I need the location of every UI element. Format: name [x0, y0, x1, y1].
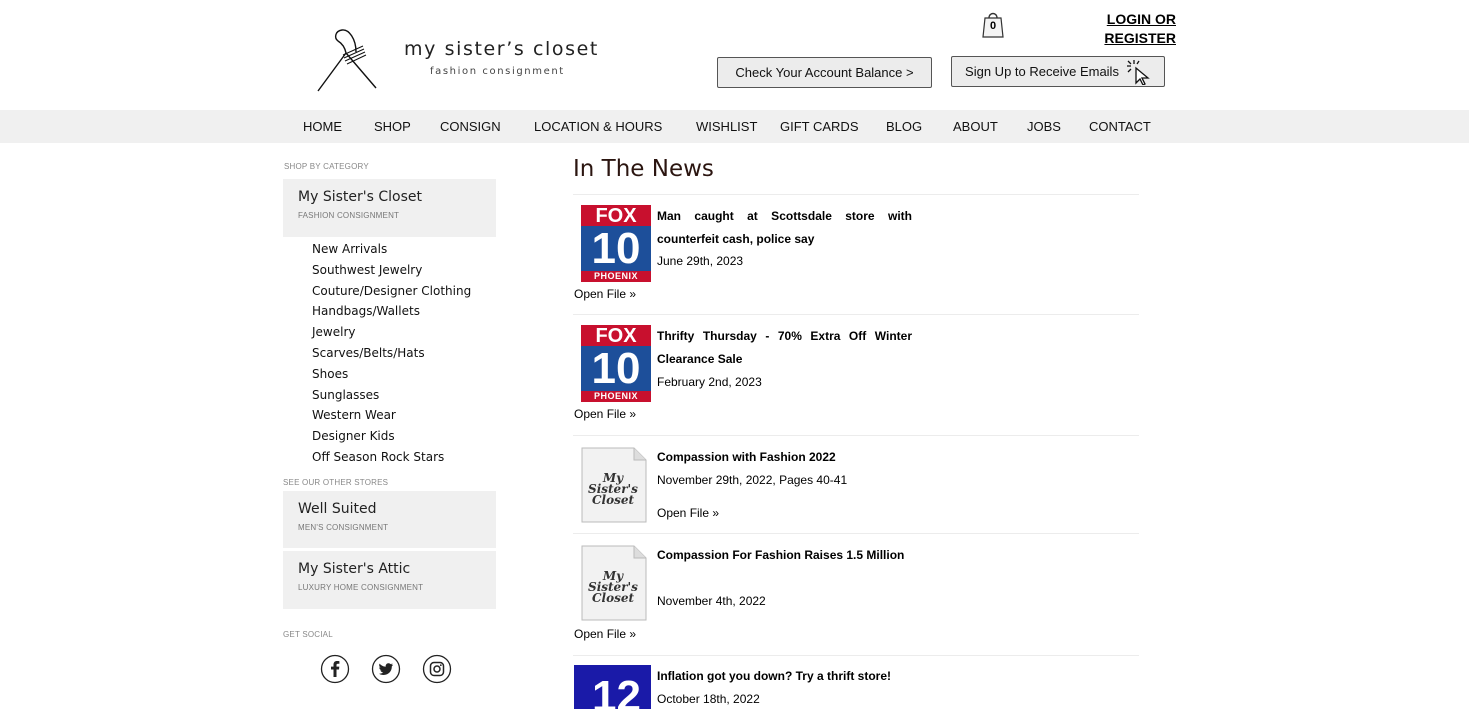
fox-text: FOX [581, 205, 651, 227]
fox-city: PHOENIX [581, 391, 651, 402]
store-my-sisters-attic[interactable]: My Sister's Attic LUXURY HOME CONSIGNMEN… [283, 551, 496, 609]
login-register-link[interactable]: LOGIN OR REGISTER [1090, 10, 1176, 48]
category-scarves-belts-hats[interactable]: Scarves/Belts/Hats [312, 344, 471, 365]
store-name: My Sister's Attic [298, 561, 411, 577]
article-date: June 29th, 2023 [657, 254, 744, 268]
article-title[interactable]: Inflation got you down? Try a thrift sto… [657, 665, 912, 688]
msc-logo-line: Closet [591, 493, 635, 507]
store-subtitle: FASHION CONSIGNMENT [298, 211, 400, 220]
page-title: In The News [573, 156, 714, 182]
msc-document-icon[interactable]: My Sister's Closet [576, 446, 648, 524]
store-my-sisters-closet[interactable]: My Sister's Closet FASHION CONSIGNMENT [283, 179, 496, 237]
logo-name[interactable]: my sister’s closet [404, 38, 599, 60]
nav-about[interactable]: ABOUT [953, 110, 998, 143]
msc-logo-line: Closet [591, 591, 635, 605]
open-file-link[interactable]: Open File » [574, 627, 636, 641]
nav-shop[interactable]: SHOP [374, 110, 411, 143]
shop-by-category-label: SHOP BY CATEGORY [284, 162, 369, 171]
get-social-label: GET SOCIAL [283, 630, 333, 639]
category-sunglasses[interactable]: Sunglasses [312, 386, 471, 407]
category-list: New Arrivals Southwest Jewelry Couture/D… [312, 240, 471, 469]
store-name: Well Suited [298, 501, 377, 517]
store-well-suited[interactable]: Well Suited MEN'S CONSIGNMENT [283, 491, 496, 548]
category-off-season-rock-stars[interactable]: Off Season Rock Stars [312, 448, 471, 469]
category-southwest-jewelry[interactable]: Southwest Jewelry [312, 261, 471, 282]
nav-gift-cards[interactable]: GIFT CARDS [780, 110, 859, 143]
article-date: February 2nd, 2023 [657, 375, 762, 389]
fox10-logo-image[interactable]: FOX 10 PHOENIX [581, 325, 653, 403]
nav-contact[interactable]: CONTACT [1089, 110, 1151, 143]
divider [573, 655, 1139, 656]
nav-blog[interactable]: BLOG [886, 110, 922, 143]
category-shoes[interactable]: Shoes [312, 365, 471, 386]
category-handbags-wallets[interactable]: Handbags/Wallets [312, 302, 471, 323]
divider [573, 194, 1139, 195]
open-file-link[interactable]: Open File » [657, 506, 719, 520]
other-stores-label: SEE OUR OTHER STORES [283, 478, 389, 487]
article-title[interactable]: Compassion with Fashion 2022 [657, 446, 912, 469]
fox-text: FOX [581, 325, 651, 347]
article-title[interactable]: Man caught at Scottsdale store with coun… [657, 205, 912, 251]
email-signup-button[interactable]: Sign Up to Receive Emails [951, 56, 1165, 87]
cart-button[interactable]: 0 [982, 10, 1004, 38]
fox-number: 10 [581, 346, 651, 392]
12news-logo-image[interactable]: 12 [574, 665, 651, 709]
nav-wishlist[interactable]: WISHLIST [696, 110, 757, 143]
store-subtitle: LUXURY HOME CONSIGNMENT [298, 583, 424, 592]
hanger-logo-icon[interactable] [316, 25, 378, 93]
twitter-icon[interactable] [371, 654, 401, 684]
store-name: My Sister's Closet [298, 189, 422, 205]
ch12-number: 12 [592, 672, 641, 709]
store-subtitle: MEN'S CONSIGNMENT [298, 523, 389, 532]
nav-jobs[interactable]: JOBS [1027, 110, 1061, 143]
divider [573, 314, 1139, 315]
category-new-arrivals[interactable]: New Arrivals [312, 240, 471, 261]
divider [573, 435, 1139, 436]
article-title[interactable]: Thrifty Thursday - 70% Extra Off Winter … [657, 325, 912, 371]
check-balance-button[interactable]: Check Your Account Balance > [717, 57, 932, 88]
open-file-link[interactable]: Open File » [574, 407, 636, 421]
register-text[interactable]: REGISTER [1090, 29, 1176, 48]
cart-count: 0 [989, 20, 997, 32]
cursor-click-icon [1126, 59, 1150, 85]
instagram-icon[interactable] [422, 654, 452, 684]
category-jewelry[interactable]: Jewelry [312, 323, 471, 344]
fox-city: PHOENIX [581, 271, 651, 282]
category-couture-designer-clothing[interactable]: Couture/Designer Clothing [312, 282, 471, 303]
logo-tagline: fashion consignment [430, 66, 565, 77]
login-text[interactable]: LOGIN OR [1090, 10, 1176, 29]
divider [573, 533, 1139, 534]
email-signup-label: Sign Up to Receive Emails [965, 64, 1119, 79]
article-date: October 18th, 2022 [657, 692, 760, 706]
fox-number: 10 [581, 226, 651, 272]
nav-consign[interactable]: CONSIGN [440, 110, 501, 143]
fox10-logo-image[interactable]: FOX 10 PHOENIX [581, 205, 653, 283]
open-file-link[interactable]: Open File » [574, 287, 636, 301]
article-date: November 4th, 2022 [657, 594, 766, 608]
category-designer-kids[interactable]: Designer Kids [312, 427, 471, 448]
article-title[interactable]: Compassion For Fashion Raises 1.5 Millio… [657, 544, 912, 567]
facebook-icon[interactable] [320, 654, 350, 684]
msc-document-icon[interactable]: My Sister's Closet [576, 544, 648, 622]
category-western-wear[interactable]: Western Wear [312, 406, 471, 427]
nav-home[interactable]: HOME [303, 110, 342, 143]
nav-location-hours[interactable]: LOCATION & HOURS [534, 110, 662, 143]
article-date: November 29th, 2022, Pages 40-41 [657, 473, 848, 487]
